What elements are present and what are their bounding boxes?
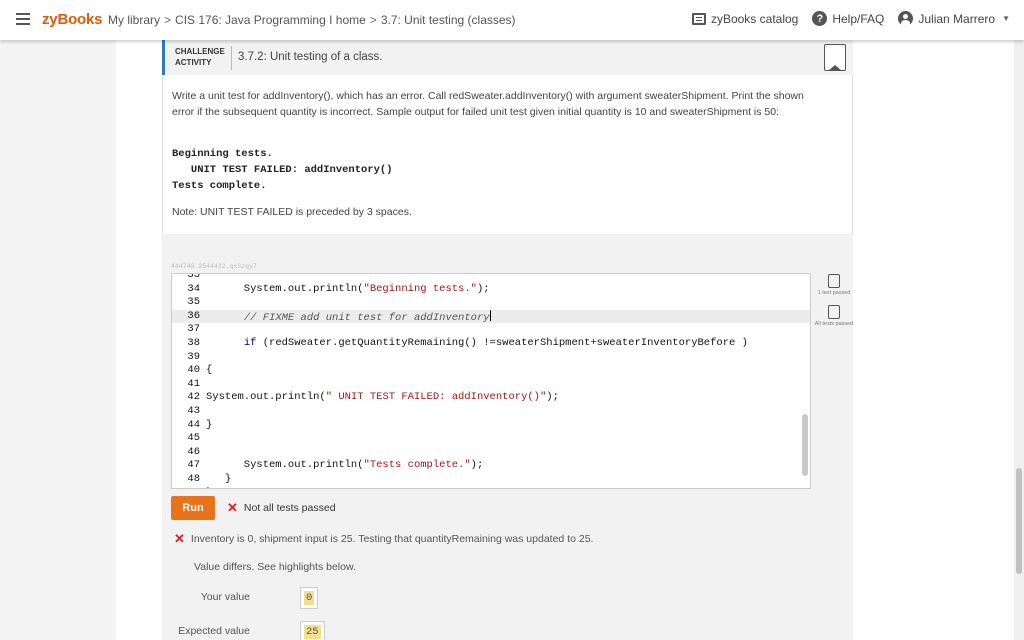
breadcrumb-course-home[interactable]: CIS 176: Java Programming I home: [175, 13, 366, 27]
code-editor[interactable]: 33 34 System.out.println("Beginning tests…: [171, 273, 811, 489]
help-icon: ?: [812, 11, 828, 26]
code-line[interactable]: 49}: [172, 487, 810, 488]
activity-prompt: Write a unit test for addInventory(), wh…: [172, 90, 804, 118]
code-line[interactable]: 35: [172, 296, 810, 310]
run-button[interactable]: Run: [171, 496, 215, 520]
line-number: 46: [187, 445, 200, 458]
check-label: 1 test passed: [817, 290, 851, 296]
zybooks-logo[interactable]: zyBooks: [42, 11, 102, 28]
breadcrumb-my-library[interactable]: My library: [108, 13, 160, 27]
line-number: 48: [187, 473, 200, 485]
activity-note: Note: UNIT TEST FAILED is preceded by 3 …: [172, 206, 412, 218]
page-scrollbar[interactable]: [1014, 40, 1024, 640]
top-nav: zyBooks catalog ? Help/FAQ Julian Marrer…: [678, 11, 1010, 26]
line-number: 39: [187, 350, 200, 363]
code-line[interactable]: 41: [172, 377, 810, 392]
line-number: 43: [187, 405, 200, 417]
help-link[interactable]: ? Help/FAQ: [812, 11, 884, 26]
sample-output-line: UNIT TEST FAILED: addInventory(): [172, 164, 393, 176]
code-line[interactable]: 38 if (redSweater.getQuantityRemaining()…: [172, 337, 810, 351]
line-number: 34: [187, 282, 200, 295]
code-line[interactable]: 37: [172, 323, 810, 337]
code-line[interactable]: 47 System.out.println("Tests complete.")…: [172, 459, 810, 473]
test-status: ✕ Not all tests passed: [227, 501, 336, 514]
breadcrumb-separator: >: [164, 13, 172, 27]
sample-output-line: Tests complete.: [172, 180, 267, 192]
line-number: 42: [187, 391, 200, 404]
code-line[interactable]: 39: [172, 350, 810, 365]
user-icon: [898, 11, 914, 26]
line-number: 44: [187, 418, 200, 431]
check-box-icon: [828, 274, 840, 288]
close-icon: ✕: [227, 500, 238, 515]
code-line[interactable]: 34 System.out.println("Beginning tests."…: [172, 282, 810, 297]
expected-value: 25: [304, 625, 321, 639]
test-progress: 1 test passed All tests passed: [814, 274, 854, 336]
code-line[interactable]: 40 {: [172, 364, 810, 378]
code-line[interactable]: 36 // FIXME add unit test for addInvento…: [172, 309, 810, 324]
editor-id-label: 444740.2544432.qx3zqy7: [171, 263, 257, 270]
page-scrollbar-thumb[interactable]: [1016, 468, 1022, 574]
top-bar: zyBooks My library > CIS 176: Java Progr…: [0, 0, 1024, 40]
menu-icon[interactable]: [16, 13, 30, 25]
check-label: All tests passed: [814, 321, 854, 327]
result-message: ✕ Inventory is 0, shipment input is 25. …: [174, 532, 593, 545]
help-label: Help/FAQ: [832, 11, 885, 26]
code-line[interactable]: 42 System.out.println(" UNIT TEST FAILED:…: [172, 391, 810, 405]
line-number: 40: [187, 364, 200, 377]
code-text[interactable]: System.out.println(" UNIT TEST FAILED: a…: [206, 391, 559, 405]
catalog-icon: [691, 12, 706, 25]
code-text[interactable]: System.out.println("Beginning tests.");: [206, 283, 490, 297]
expected-value-box: 25: [300, 621, 325, 640]
code-text[interactable]: }: [206, 487, 212, 488]
line-number: 47: [187, 459, 200, 472]
user-menu[interactable]: Julian Marrero ▼: [898, 11, 1010, 26]
code-text[interactable]: System.out.println("Tests complete.");: [206, 459, 483, 473]
value-differs-text: Value differs. See highlights below.: [194, 561, 356, 573]
breadcrumb-separator: >: [369, 13, 377, 27]
code-line[interactable]: 46: [172, 445, 810, 460]
close-icon: ✕: [174, 531, 185, 546]
status-text: Not all tests passed: [243, 501, 336, 514]
user-name: Julian Marrero: [918, 11, 996, 26]
code-line[interactable]: 45: [172, 432, 810, 446]
line-number: 45: [187, 432, 200, 445]
line-number: 41: [187, 377, 200, 390]
your-value: 0: [304, 591, 315, 605]
activity-title: 3.7.2: Unit testing of a class.: [238, 51, 383, 63]
line-number: 37: [187, 323, 200, 336]
editor-scrollbar[interactable]: [802, 414, 808, 476]
line-number: 35: [187, 296, 200, 309]
code-text[interactable]: {: [206, 364, 212, 378]
sample-output: Beginning tests. UNIT TEST FAILED: addIn…: [172, 146, 393, 194]
code-text[interactable]: }: [206, 473, 231, 487]
catalog-link[interactable]: zyBooks catalog: [691, 11, 799, 26]
code-line[interactable]: 44}: [172, 418, 810, 433]
your-value-label: Your value: [200, 591, 250, 603]
code-line[interactable]: 33: [172, 273, 810, 283]
check-box-icon: [828, 305, 840, 319]
line-number: 38: [187, 337, 200, 349]
chevron-down-icon: ▼: [1002, 14, 1010, 23]
activity-type-label: CHALLENGE ACTIVITY: [175, 47, 225, 67]
activity-header: CHALLENGE ACTIVITY 3.7.2: Unit testing o…: [162, 40, 853, 75]
line-number: 49: [172, 487, 200, 488]
code-text[interactable]: if (redSweater.getQuantityRemaining() !=…: [206, 337, 748, 351]
expected-value-label: Expected value: [178, 625, 250, 637]
code-line[interactable]: 43: [172, 405, 810, 419]
divider: [231, 46, 232, 70]
breadcrumb-section[interactable]: 3.7: Unit testing (classes): [381, 13, 516, 27]
code-line[interactable]: 48 }: [172, 473, 810, 487]
catalog-label: zyBooks catalog: [710, 11, 799, 26]
result-text: Inventory is 0, shipment input is 25. Te…: [190, 532, 594, 545]
code-text[interactable]: }: [206, 419, 212, 433]
your-value-box: 0: [300, 587, 319, 609]
line-number: 33: [187, 273, 200, 281]
breadcrumb: My library > CIS 176: Java Programming I…: [108, 13, 516, 27]
line-number: 36: [187, 309, 200, 322]
bookmark-icon[interactable]: [824, 44, 846, 71]
sample-output-line: Beginning tests.: [172, 148, 273, 160]
